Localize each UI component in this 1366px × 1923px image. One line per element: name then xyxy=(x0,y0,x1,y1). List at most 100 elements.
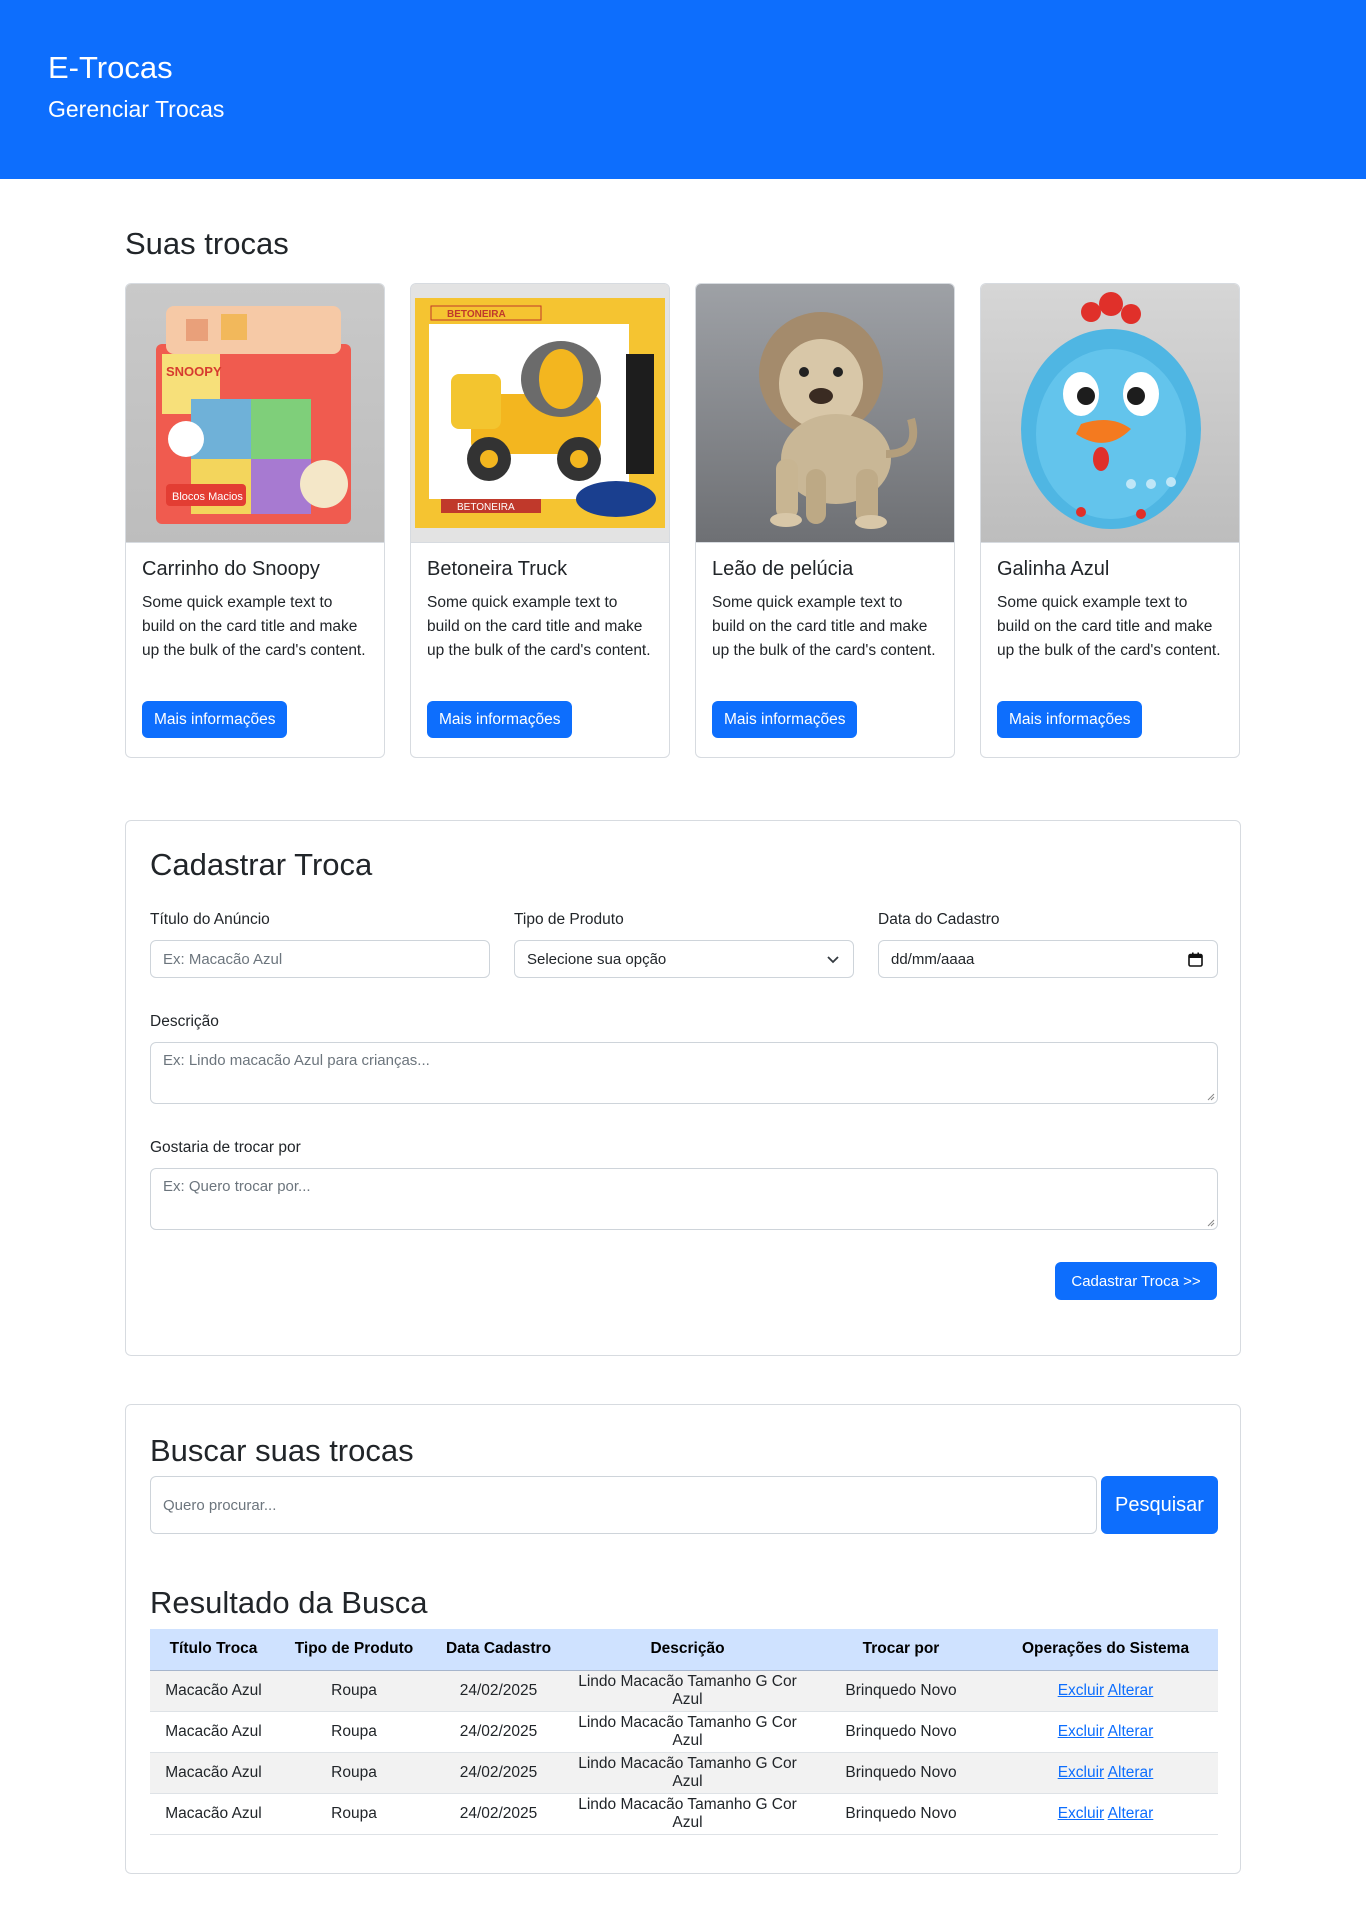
alterar-link[interactable]: Alterar xyxy=(1108,1682,1154,1699)
data-input[interactable]: dd/mm/aaaa xyxy=(878,940,1218,978)
table-row: Macacão Azul Roupa 24/02/2025 Lindo Maca… xyxy=(150,1793,1218,1835)
yellow-truck-toy-image: BETONEIRA BETONEIRA xyxy=(411,284,669,543)
cards-section-title: Suas trocas xyxy=(125,226,289,261)
search-title: Buscar suas trocas xyxy=(150,1433,414,1468)
register-submit-button[interactable]: Cadastrar Troca >> xyxy=(1055,1262,1217,1300)
card-text: Some quick example text to build on the … xyxy=(427,594,651,659)
table-header-row: Título Troca Tipo de Produto Data Cadast… xyxy=(150,1629,1218,1671)
descricao-label: Descrição xyxy=(150,1013,219,1030)
cell-trocar: Brinquedo Novo xyxy=(809,1670,993,1712)
column-header: Trocar por xyxy=(809,1629,993,1671)
card-text: Some quick example text to build on the … xyxy=(712,594,936,659)
card-title: Betoneira Truck xyxy=(427,558,568,580)
cell-operacoes: Excluir Alterar xyxy=(993,1752,1218,1794)
search-panel: Buscar suas trocas Quero procurar... Pes… xyxy=(125,1404,1241,1874)
tipo-label: Tipo de Produto xyxy=(514,911,624,928)
trocar-placeholder: Ex: Quero trocar por... xyxy=(163,1178,311,1195)
plush-lion-image xyxy=(696,284,954,543)
trocar-textarea[interactable]: Ex: Quero trocar por... xyxy=(150,1168,1218,1230)
chevron-down-icon xyxy=(827,956,839,964)
page-header: E-Trocas Gerenciar Trocas xyxy=(0,0,1366,179)
cell-titulo: Macacão Azul xyxy=(150,1752,277,1794)
search-input[interactable]: Quero procurar... xyxy=(150,1476,1097,1534)
card-item: BETONEIRA BETONEIRA Betoneira Truck Some… xyxy=(410,283,670,758)
results-table: Título Troca Tipo de Produto Data Cadast… xyxy=(150,1629,1218,1835)
column-header: Título Troca xyxy=(150,1629,277,1671)
cell-titulo: Macacão Azul xyxy=(150,1711,277,1753)
register-title: Cadastrar Troca xyxy=(150,847,373,882)
cell-tipo: Roupa xyxy=(277,1670,431,1712)
cell-titulo: Macacão Azul xyxy=(150,1670,277,1712)
column-header: Data Cadastro xyxy=(431,1629,566,1671)
titulo-input[interactable]: Ex: Macacão Azul xyxy=(150,940,490,978)
alterar-link[interactable]: Alterar xyxy=(1108,1764,1154,1781)
cell-data: 24/02/2025 xyxy=(431,1793,566,1835)
cell-data: 24/02/2025 xyxy=(431,1670,566,1712)
excluir-link[interactable]: Excluir xyxy=(1058,1682,1105,1699)
svg-text:SNOOPY: SNOOPY xyxy=(166,364,222,379)
titulo-label: Título do Anúncio xyxy=(150,911,270,928)
results-table-wrapper: Título Troca Tipo de Produto Data Cadast… xyxy=(150,1629,1218,1835)
descricao-placeholder: Ex: Lindo macacão Azul para crianças... xyxy=(163,1052,430,1069)
cell-trocar: Brinquedo Novo xyxy=(809,1711,993,1753)
cards-row: SNOOPY Blocos Macios Carrinho do Snoopy … xyxy=(125,283,1241,758)
page-subtitle: Gerenciar Trocas xyxy=(48,96,225,122)
svg-text:BETONEIRA: BETONEIRA xyxy=(447,309,506,320)
card-item: Leão de pelúcia Some quick example text … xyxy=(695,283,955,758)
register-panel: Cadastrar Troca Título do Anúncio Ex: Ma… xyxy=(125,820,1241,1356)
cell-titulo: Macacão Azul xyxy=(150,1793,277,1835)
alterar-link[interactable]: Alterar xyxy=(1108,1805,1154,1822)
column-header: Operações do Sistema xyxy=(993,1629,1218,1671)
resize-handle-icon[interactable] xyxy=(1207,1219,1215,1227)
svg-text:BETONEIRA: BETONEIRA xyxy=(457,502,515,513)
more-info-button[interactable]: Mais informações xyxy=(997,701,1143,738)
trocar-label: Gostaria de trocar por xyxy=(150,1139,301,1156)
cell-descricao: Lindo Macacão Tamanho G Cor Azul xyxy=(566,1793,809,1835)
table-row: Macacão Azul Roupa 24/02/2025 Lindo Maca… xyxy=(150,1711,1218,1753)
more-info-button[interactable]: Mais informações xyxy=(142,701,288,738)
calendar-icon[interactable] xyxy=(1188,952,1203,967)
cell-operacoes: Excluir Alterar xyxy=(993,1793,1218,1835)
table-row: Macacão Azul Roupa 24/02/2025 Lindo Maca… xyxy=(150,1670,1218,1712)
data-input-value: dd/mm/aaaa xyxy=(891,950,975,968)
cell-tipo: Roupa xyxy=(277,1793,431,1835)
cards-section: Suas trocas SNOOPY Blocos Macios Carrinh… xyxy=(125,226,1241,758)
excluir-link[interactable]: Excluir xyxy=(1058,1723,1105,1740)
tipo-select[interactable]: Selecione sua opção xyxy=(514,940,854,978)
cell-descricao: Lindo Macacão Tamanho G Cor Azul xyxy=(566,1711,809,1753)
card-text: Some quick example text to build on the … xyxy=(142,594,366,659)
cell-trocar: Brinquedo Novo xyxy=(809,1793,993,1835)
column-header: Tipo de Produto xyxy=(277,1629,431,1671)
tipo-select-value: Selecione sua opção xyxy=(527,950,667,968)
search-button[interactable]: Pesquisar xyxy=(1101,1476,1218,1534)
blue-chicken-toy-image xyxy=(981,284,1239,543)
cell-descricao: Lindo Macacão Tamanho G Cor Azul xyxy=(566,1752,809,1794)
card-text: Some quick example text to build on the … xyxy=(997,594,1221,659)
table-row: Macacão Azul Roupa 24/02/2025 Lindo Maca… xyxy=(150,1752,1218,1794)
alterar-link[interactable]: Alterar xyxy=(1108,1723,1154,1740)
brand-title: E-Trocas xyxy=(48,50,173,85)
cell-descricao: Lindo Macacão Tamanho G Cor Azul xyxy=(566,1670,809,1712)
descricao-textarea[interactable]: Ex: Lindo macacão Azul para crianças... xyxy=(150,1042,1218,1104)
more-info-button[interactable]: Mais informações xyxy=(712,701,858,738)
more-info-button[interactable]: Mais informações xyxy=(427,701,573,738)
resize-handle-icon[interactable] xyxy=(1207,1093,1215,1101)
cell-tipo: Roupa xyxy=(277,1711,431,1753)
card-item: SNOOPY Blocos Macios Carrinho do Snoopy … xyxy=(125,283,385,758)
card-title: Galinha Azul xyxy=(997,558,1110,580)
card-title: Carrinho do Snoopy xyxy=(142,558,320,580)
cell-operacoes: Excluir Alterar xyxy=(993,1711,1218,1753)
cell-data: 24/02/2025 xyxy=(431,1711,566,1753)
data-label: Data do Cadastro xyxy=(878,911,1000,928)
cell-operacoes: Excluir Alterar xyxy=(993,1670,1218,1712)
cell-trocar: Brinquedo Novo xyxy=(809,1752,993,1794)
column-header: Descrição xyxy=(566,1629,809,1671)
card-item: Galinha Azul Some quick example text to … xyxy=(980,283,1240,758)
excluir-link[interactable]: Excluir xyxy=(1058,1805,1105,1822)
card-title: Leão de pelúcia xyxy=(712,558,854,580)
excluir-link[interactable]: Excluir xyxy=(1058,1764,1105,1781)
cell-tipo: Roupa xyxy=(277,1752,431,1794)
results-title: Resultado da Busca xyxy=(150,1585,428,1620)
cell-data: 24/02/2025 xyxy=(431,1752,566,1794)
svg-text:Blocos Macios: Blocos Macios xyxy=(172,491,243,503)
